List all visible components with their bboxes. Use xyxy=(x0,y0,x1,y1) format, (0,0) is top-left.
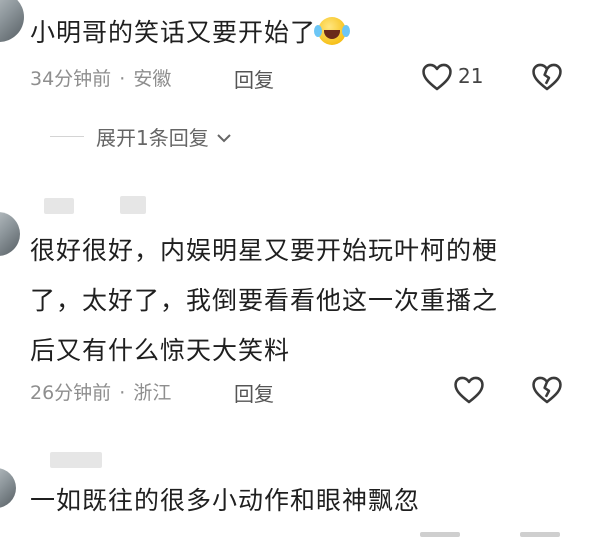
laughing-emoji-icon xyxy=(314,17,347,45)
avatar[interactable] xyxy=(0,468,16,508)
comment-text-line: 后又有什么惊天大笑料 xyxy=(30,336,291,365)
meta-separator: · xyxy=(119,382,126,404)
comment-location: 浙江 xyxy=(133,382,172,404)
reply-button[interactable]: 回复 xyxy=(234,378,274,407)
comment-text: 很好很好，内娱明星又要开始玩叶柯的梗 了，太好了，我倒要看看他这一次重播之 后又… xyxy=(30,226,590,376)
avatar[interactable] xyxy=(0,212,20,256)
comment-time: 34分钟前 xyxy=(30,68,112,90)
like-heart-icon[interactable] xyxy=(420,60,454,94)
comment-text-content: 小明哥的笑话又要开始了 xyxy=(30,18,317,47)
expand-replies-label: 展开1条回复 xyxy=(96,126,209,150)
comment-text-line: 了，太好了，我倒要看看他这一次重播之 xyxy=(30,286,499,315)
comment-text-line: 很好很好，内娱明星又要开始玩叶柯的梗 xyxy=(30,236,499,265)
username-redacted xyxy=(120,196,146,214)
cropped-content xyxy=(420,532,460,537)
comment-text: 小明哥的笑话又要开始了 xyxy=(30,8,347,58)
expand-divider xyxy=(50,136,84,137)
cropped-content xyxy=(520,532,560,537)
expand-replies-button[interactable]: 展开1条回复 xyxy=(96,122,233,151)
chevron-down-icon xyxy=(215,125,233,143)
username-redacted xyxy=(50,452,102,468)
like-heart-icon[interactable] xyxy=(452,373,486,407)
comment-text: 一如既往的很多小动作和眼神飘忽 xyxy=(30,486,421,515)
dislike-broken-heart-icon[interactable] xyxy=(530,60,564,94)
username-redacted xyxy=(44,198,74,214)
avatar[interactable] xyxy=(0,0,24,42)
comment-meta: 34分钟前 · 安徽 xyxy=(30,64,171,91)
dislike-broken-heart-icon[interactable] xyxy=(530,373,564,407)
meta-separator: · xyxy=(119,68,126,90)
comment-time: 26分钟前 xyxy=(30,382,112,404)
comment-meta: 26分钟前 · 浙江 xyxy=(30,378,171,405)
like-count: 21 xyxy=(458,64,484,88)
comment-location: 安徽 xyxy=(133,68,172,90)
reply-button[interactable]: 回复 xyxy=(234,64,274,93)
